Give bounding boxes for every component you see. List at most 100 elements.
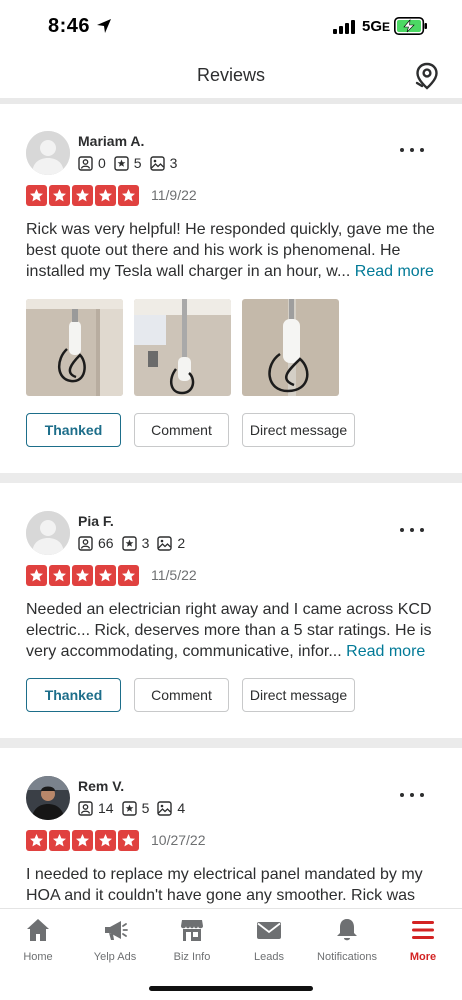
- reviews-count: 5: [141, 800, 150, 816]
- review-actions: Thanked Comment Direct message: [26, 413, 368, 447]
- review-body: I needed to replace my electrical panel …: [26, 866, 423, 904]
- reviews-count: 3: [141, 535, 150, 551]
- read-more-link[interactable]: Read more: [346, 643, 425, 660]
- envelope-icon: [257, 922, 281, 939]
- review-date: 11/5/22: [151, 567, 197, 583]
- review-photo[interactable]: [242, 299, 339, 396]
- review-photos: [26, 299, 350, 396]
- status-bar: 8:46 5GE: [0, 0, 462, 52]
- user-photo-avatar: [26, 776, 70, 820]
- tab-leads[interactable]: Leads: [229, 917, 309, 963]
- home-indicator: [149, 986, 313, 991]
- tab-notifications[interactable]: Notifications: [307, 917, 387, 963]
- bell-icon: [337, 919, 357, 941]
- comment-button[interactable]: Comment: [134, 678, 229, 712]
- signal-icon: [333, 20, 355, 34]
- thanked-button[interactable]: Thanked: [26, 678, 121, 712]
- review-date: 11/9/22: [151, 187, 197, 203]
- review-actions: Thanked Comment Direct message: [26, 678, 368, 712]
- more-options-icon[interactable]: [398, 525, 426, 535]
- friends-count: 14: [98, 800, 114, 816]
- friends-icon: [78, 535, 93, 551]
- status-time: 8:46: [48, 15, 91, 37]
- photo-icon: [149, 155, 165, 171]
- tab-label: More: [409, 951, 437, 963]
- star-icon: [72, 565, 93, 586]
- star-icon: [49, 565, 70, 586]
- location-arrow-icon: [97, 19, 111, 33]
- star-icon: [72, 830, 93, 851]
- wall-charger-photo: [26, 299, 123, 396]
- reviewer-stats: 0 5 3: [78, 155, 185, 171]
- review-text: Needed an electrician right away and I c…: [26, 599, 438, 662]
- photo-icon: [157, 535, 173, 551]
- star-icon: [26, 830, 47, 851]
- photo-icon: [157, 800, 173, 816]
- tab-more[interactable]: More: [383, 917, 462, 963]
- default-avatar-icon: [26, 131, 70, 175]
- section-divider: [0, 738, 462, 748]
- more-options-icon[interactable]: [398, 145, 426, 155]
- map-pin-icon[interactable]: [414, 62, 440, 90]
- friends-icon: [78, 800, 93, 816]
- friends-icon: [78, 155, 93, 171]
- avatar[interactable]: [26, 511, 70, 555]
- wall-charger-photo: [242, 299, 339, 396]
- reviewer-name[interactable]: Rem V.: [78, 778, 124, 794]
- star-rating: [26, 830, 141, 851]
- star-rating: [26, 565, 141, 586]
- header-divider: [0, 98, 462, 104]
- tab-biz-info[interactable]: Biz Info: [152, 917, 232, 963]
- review-card: Pia F. 66 3 2 11/5/22 Needed an electric…: [0, 511, 462, 721]
- read-more-link[interactable]: Read more: [355, 263, 434, 280]
- storefront-icon: [181, 920, 203, 941]
- review-text: I needed to replace my electrical panel …: [26, 864, 438, 906]
- tab-label: Notifications: [317, 951, 377, 963]
- network-type: 5GE: [362, 18, 391, 35]
- photos-count: 3: [169, 155, 178, 171]
- wall-charger-photo: [134, 299, 231, 396]
- friends-count: 66: [98, 535, 114, 551]
- review-card: Mariam A. 0 5 3 11/9/22 Rick was very he…: [0, 131, 462, 461]
- battery-charging-icon: [394, 17, 427, 35]
- tab-yelp-ads[interactable]: Yelp Ads: [75, 917, 155, 963]
- avatar[interactable]: [26, 131, 70, 175]
- review-date: 10/27/22: [151, 832, 206, 848]
- thanked-button[interactable]: Thanked: [26, 413, 121, 447]
- megaphone-icon: [105, 921, 128, 940]
- comment-button[interactable]: Comment: [134, 413, 229, 447]
- star-icon: [26, 185, 47, 206]
- reviews-count: 5: [133, 155, 142, 171]
- review-card: Rem V. 14 5 4 10/27/22 I needed to repla…: [0, 776, 462, 908]
- star-icon: [49, 830, 70, 851]
- reviewer-name[interactable]: Mariam A.: [78, 133, 144, 149]
- reviewer-stats: 66 3 2: [78, 535, 193, 551]
- reviewer-name[interactable]: Pia F.: [78, 513, 114, 529]
- tab-home[interactable]: Home: [0, 917, 78, 963]
- tab-label: Home: [23, 951, 53, 963]
- star-icon: [95, 565, 116, 586]
- reviewer-stats: 14 5 4: [78, 800, 193, 816]
- direct-message-button[interactable]: Direct message: [242, 413, 355, 447]
- star-icon: [72, 185, 93, 206]
- avatar[interactable]: [26, 776, 70, 820]
- nav-header: Reviews: [0, 52, 462, 98]
- more-options-icon[interactable]: [398, 790, 426, 800]
- home-icon: [27, 919, 49, 941]
- star-icon: [118, 565, 139, 586]
- friends-count: 0: [98, 155, 106, 171]
- photos-count: 2: [177, 535, 186, 551]
- star-icon: [95, 185, 116, 206]
- star-icon: [118, 830, 139, 851]
- review-star-icon: [114, 155, 129, 171]
- star-icon: [49, 185, 70, 206]
- review-photo[interactable]: [134, 299, 231, 396]
- direct-message-button[interactable]: Direct message: [242, 678, 355, 712]
- star-icon: [26, 565, 47, 586]
- review-star-icon: [121, 800, 137, 816]
- photos-count: 4: [177, 800, 186, 816]
- review-photo[interactable]: [26, 299, 123, 396]
- hamburger-icon: [412, 921, 434, 939]
- tab-label: Biz Info: [173, 951, 211, 963]
- review-star-icon: [121, 535, 137, 551]
